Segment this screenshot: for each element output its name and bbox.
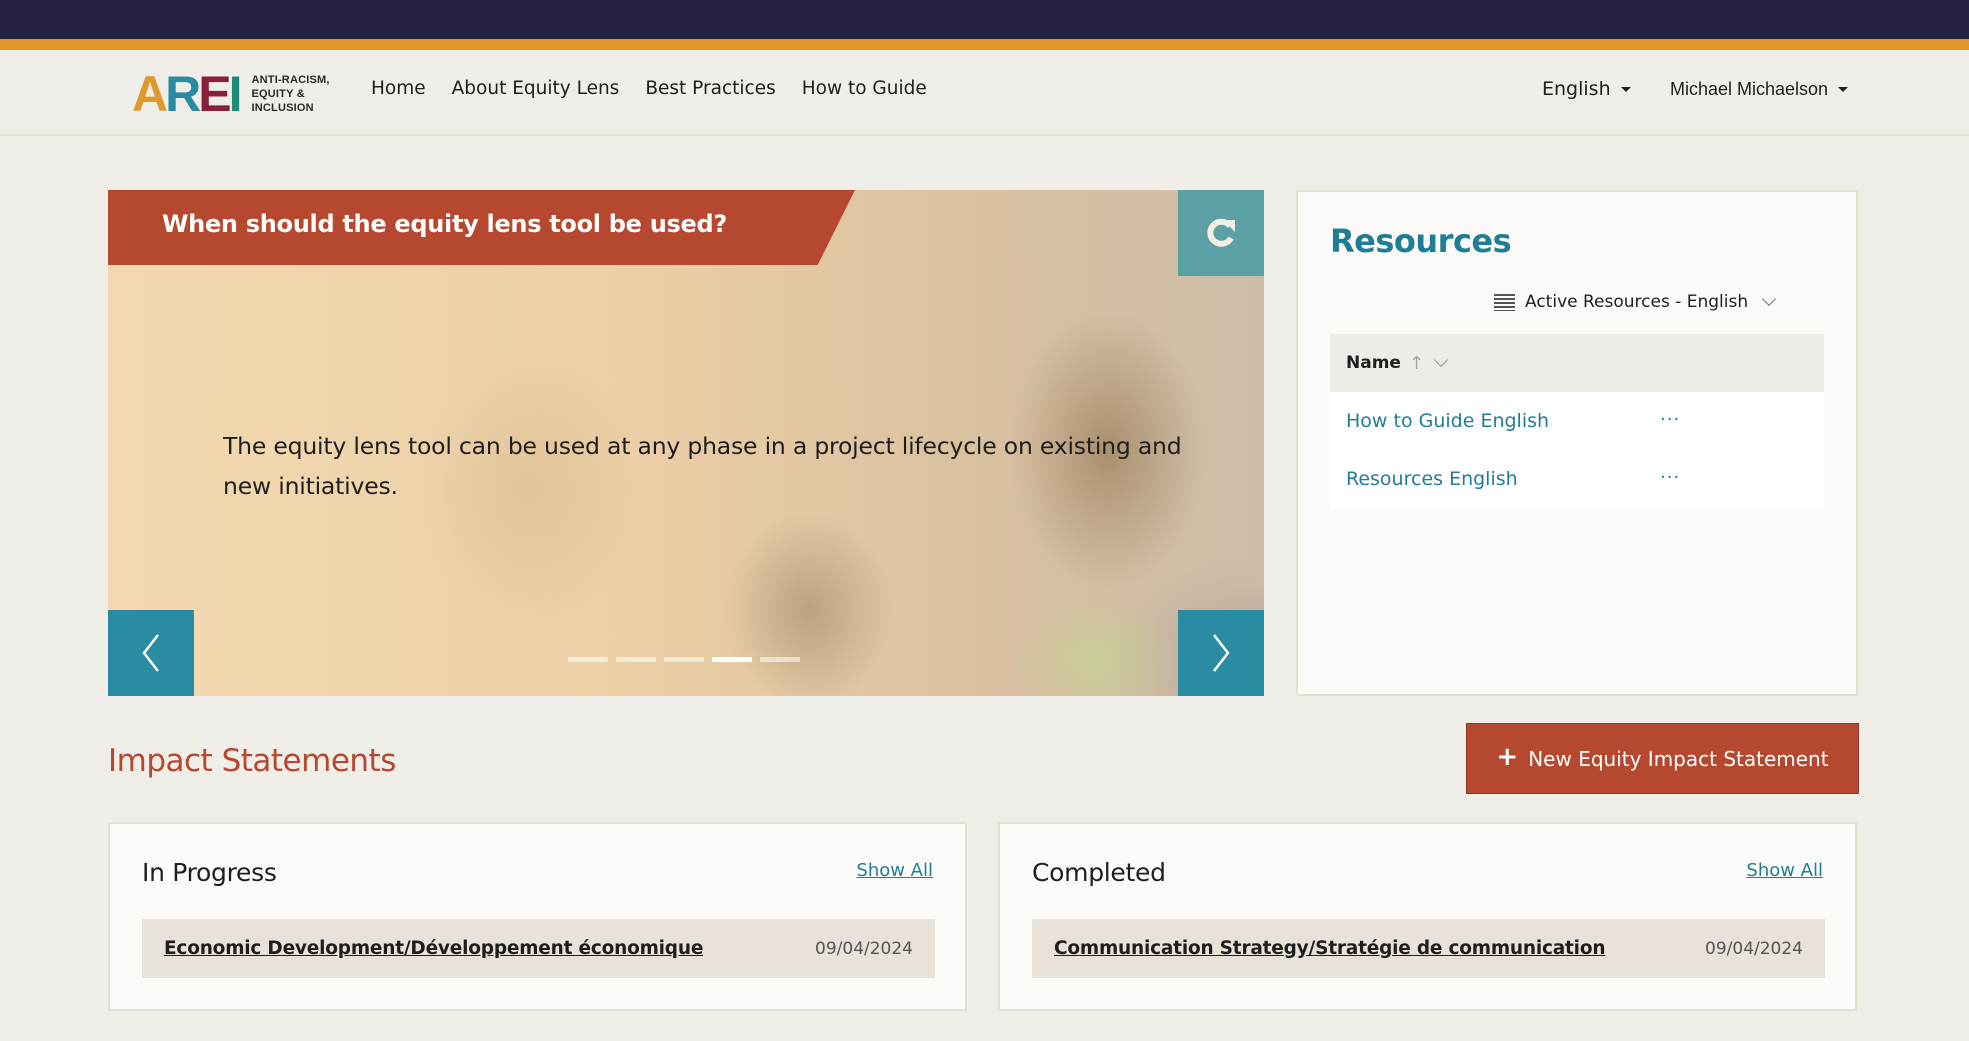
- in-progress-card: In Progress Show All Economic Developmen…: [108, 822, 967, 1011]
- carousel-indicators: [568, 657, 800, 662]
- caret-down-icon: [1620, 86, 1631, 92]
- logo-tagline: Anti-Racism, Equity & Inclusion: [251, 73, 329, 115]
- resource-link[interactable]: Resources English: [1346, 468, 1518, 490]
- nav-about-equity-lens[interactable]: About Equity Lens: [452, 78, 620, 99]
- logo-letter-r: R: [165, 66, 201, 122]
- carousel-indicator[interactable]: [664, 657, 704, 662]
- info-carousel: When should the equity lens tool be used…: [108, 190, 1264, 696]
- carousel-body-text: The equity lens tool can be used at any …: [223, 432, 1182, 500]
- view-selector[interactable]: Active Resources - English: [1494, 291, 1777, 312]
- statement-date: 09/04/2024: [815, 938, 913, 959]
- nav-how-to-guide[interactable]: How to Guide: [802, 78, 927, 99]
- logo-tagline-line: Equity &: [251, 88, 305, 100]
- statement-link[interactable]: Economic Development/Développement écono…: [164, 938, 703, 959]
- list-item: Communication Strategy/Stratégie de comm…: [1032, 919, 1825, 978]
- chevron-left-icon: [142, 634, 159, 672]
- more-options-icon[interactable]: ···: [1660, 409, 1680, 430]
- carousel-indicator[interactable]: [760, 657, 800, 662]
- sort-ascending-icon: ↑: [1408, 352, 1425, 374]
- user-name: Michael Michaelson: [1670, 79, 1829, 99]
- column-header-name[interactable]: Name ↑: [1330, 334, 1824, 392]
- in-progress-show-all-link[interactable]: Show All: [856, 860, 933, 881]
- refresh-button[interactable]: [1178, 190, 1264, 276]
- logo[interactable]: A R E I Anti-Racism, Equity & Inclusion: [132, 66, 330, 122]
- refresh-icon: [1207, 218, 1235, 247]
- nav-home[interactable]: Home: [371, 78, 426, 99]
- list-item: Economic Development/Développement écono…: [142, 919, 935, 978]
- carousel-next-button[interactable]: [1178, 610, 1264, 696]
- new-equity-impact-statement-button[interactable]: + New Equity Impact Statement: [1466, 723, 1859, 794]
- list-view-icon: [1494, 293, 1515, 311]
- user-menu[interactable]: Michael Michaelson: [1670, 79, 1849, 100]
- language-label: English: [1542, 78, 1611, 100]
- resource-link[interactable]: How to Guide English: [1346, 410, 1549, 432]
- logo-letter-e: E: [198, 66, 231, 122]
- new-button-label: New Equity Impact Statement: [1528, 746, 1829, 771]
- impact-statements-title: Impact Statements: [108, 743, 396, 779]
- logo-letter-i: I: [228, 66, 243, 122]
- chevron-right-icon: [1213, 634, 1230, 672]
- plus-icon: +: [1496, 742, 1519, 772]
- chevron-down-icon: [1433, 352, 1449, 368]
- statement-link[interactable]: Communication Strategy/Stratégie de comm…: [1054, 938, 1606, 959]
- completed-title: Completed: [1032, 858, 1166, 887]
- carousel-prev-button[interactable]: [108, 610, 194, 696]
- resources-title: Resources: [1330, 222, 1512, 260]
- table-row: Resources English ···: [1330, 450, 1824, 508]
- logo-tagline-line: Inclusion: [251, 102, 314, 114]
- language-select[interactable]: English: [1542, 78, 1631, 100]
- accent-stripe: [0, 39, 1969, 50]
- completed-card: Completed Show All Communication Strateg…: [998, 822, 1857, 1011]
- table-row: How to Guide English ···: [1330, 392, 1824, 450]
- carousel-indicator[interactable]: [712, 657, 752, 662]
- nav-best-practices[interactable]: Best Practices: [645, 78, 775, 99]
- view-selector-label: Active Resources - English: [1525, 292, 1749, 312]
- resources-panel: Resources Active Resources - English Nam…: [1296, 190, 1858, 696]
- logo-mark: A R E I: [132, 66, 243, 122]
- carousel-title: When should the equity lens tool be used…: [162, 210, 727, 238]
- carousel-indicator[interactable]: [616, 657, 656, 662]
- in-progress-title: In Progress: [142, 858, 277, 887]
- carousel-indicator[interactable]: [568, 657, 608, 662]
- resources-table: Name ↑ How to Guide English ··· Resource…: [1330, 334, 1824, 508]
- more-options-icon[interactable]: ···: [1660, 467, 1680, 488]
- caret-down-icon: [1838, 87, 1849, 92]
- main-nav: Home About Equity Lens Best Practices Ho…: [371, 78, 927, 99]
- statement-date: 09/04/2024: [1705, 938, 1803, 959]
- chevron-down-icon: [1762, 291, 1777, 307]
- logo-tagline-line: Anti-Racism,: [251, 74, 330, 86]
- top-bar: [0, 0, 1969, 39]
- logo-letter-a: A: [132, 66, 168, 122]
- completed-show-all-link[interactable]: Show All: [1746, 860, 1823, 881]
- column-header-label: Name: [1346, 353, 1401, 373]
